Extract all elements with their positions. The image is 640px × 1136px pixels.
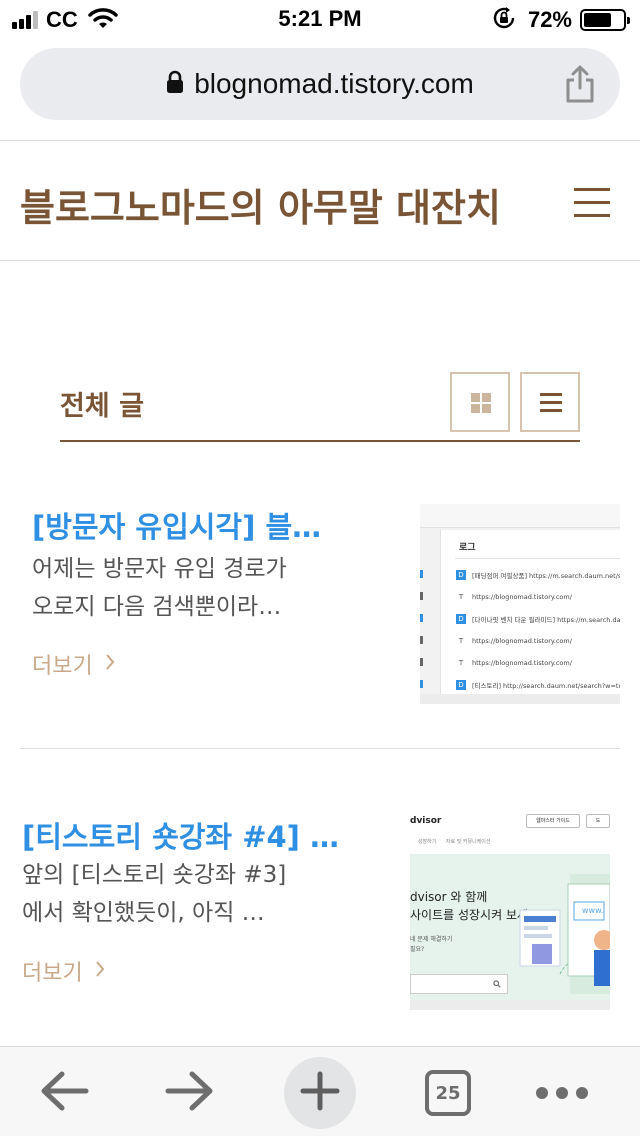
hamburger-icon[interactable]: [574, 188, 610, 218]
thumb-row: Thttps://blognomad.tistory.com/: [456, 634, 620, 648]
thumb-row-text: [패딩점퍼 여필상품] https://m.search.daum.net/s: [472, 572, 620, 580]
post-excerpt: 앞의 [티스토리 숏강좌 #3] 에서 확인했듯이, 아직 …: [22, 856, 382, 932]
thumb-row: Thttps://blognomad.tistory.com/: [456, 590, 620, 604]
thumb-bottom-bar: [410, 1000, 610, 1010]
forward-arrow-icon: [164, 1069, 216, 1117]
back-arrow-icon: [38, 1069, 90, 1117]
thumb-sub: 네 문제 해결하기: [410, 936, 453, 943]
post-title[interactable]: [방문자 유입시각] 블…: [32, 504, 392, 546]
post-thumbnail[interactable]: 로그 D [패딩점퍼 여필상품] https://m.search.daum.ne…: [420, 504, 620, 704]
daum-badge-icon: D: [456, 570, 466, 580]
more-icon: [536, 1087, 588, 1099]
post-excerpt-line: 앞의 [티스토리 숏강좌 #3]: [22, 862, 287, 888]
blog-header: 블로그노마드의 아무말 대잔치: [0, 141, 640, 261]
url-display[interactable]: blognomad.tistory.com: [20, 48, 620, 120]
share-icon: [562, 65, 598, 108]
thumb-row: D [티스토리] http://search.daum.net/search?w=…: [456, 678, 620, 692]
thumb-edge-mark: [420, 636, 423, 644]
thumb-brand: dvisor: [410, 816, 442, 826]
thumb-headline: dvisor 와 함께: [410, 890, 488, 904]
thumb-row-text: https://blognomad.tistory.com/: [472, 637, 572, 645]
list-view-button[interactable]: [520, 372, 580, 432]
thumb-row-text: https://blognomad.tistory.com/: [472, 659, 572, 667]
chevron-right-icon: [105, 652, 115, 677]
forward-button[interactable]: [154, 1057, 226, 1129]
read-more-link[interactable]: 더보기: [32, 648, 115, 680]
post-excerpt: 어제는 방문자 유입 경로가 오로지 다음 검색뿐이라…: [32, 550, 392, 626]
list-view-icon: [540, 393, 562, 417]
thumb-row: Thttps://blognomad.tistory.com/: [456, 656, 620, 670]
thumb-edge-mark: [420, 570, 423, 578]
grid-view-icon: [471, 393, 491, 413]
read-more-label: 더보기: [32, 654, 93, 679]
thumb-edge-mark: [420, 614, 423, 622]
post-divider: [20, 748, 620, 749]
url-bar[interactable]: blognomad.tistory.com: [20, 48, 620, 120]
thumb-nav: 성장하기 자료 및 커뮤니케이션: [410, 839, 491, 845]
post-excerpt-line: 에서 확인했듯이, 아직 …: [22, 900, 265, 926]
daum-badge-icon: D: [456, 680, 466, 690]
new-tab-button[interactable]: [284, 1057, 356, 1129]
thumb-illustration: [519, 874, 610, 994]
thumb-heading-rule: [455, 558, 620, 559]
tabs-icon: 25: [425, 1070, 471, 1116]
status-bar: CC 5:21 PM 72%: [0, 0, 640, 40]
bottom-toolbar: 25: [0, 1046, 640, 1136]
thumb-heading: 로그: [459, 543, 476, 553]
thumb-row-text: [티스토리] http://search.daum.net/search?w=t…: [472, 682, 620, 690]
thumb-row: D [다이나핏 벤치 다운 필라미드] https://m.search.da: [456, 612, 620, 626]
chevron-right-icon: [95, 959, 105, 984]
thumb-search-box: [410, 974, 508, 994]
thumb-topbar: [420, 504, 620, 528]
section-title: 전체 글: [60, 391, 144, 422]
thumb-hero: dvisor 와 함께 사이트를 성장시켜 보세요 네 문제 해결하기 필요?: [410, 854, 610, 1000]
grid-view-button[interactable]: [450, 372, 510, 432]
status-right: 72%: [492, 6, 630, 34]
thumb-sub: 필요?: [410, 946, 425, 953]
plus-icon: [300, 1071, 340, 1115]
thumb-edge-mark: [420, 592, 423, 600]
thumb-top-button: 도: [586, 814, 610, 828]
thumb-top-button: 웹마스터 가이드: [526, 814, 580, 828]
post-title[interactable]: [티스토리 숏강좌 #4] …: [22, 814, 382, 856]
thumb-edge-mark: [420, 658, 423, 666]
tabs-button[interactable]: 25: [412, 1057, 484, 1129]
post-excerpt-line: 어제는 방문자 유입 경로가: [32, 556, 287, 582]
orientation-lock-icon: [492, 6, 516, 34]
search-icon: [493, 980, 501, 988]
thumb-row-text: https://blognomad.tistory.com/: [472, 593, 572, 601]
tistory-badge-icon: T: [458, 637, 464, 645]
read-more-label: 더보기: [22, 961, 83, 986]
battery-fill: [584, 13, 612, 27]
battery-icon: [580, 9, 630, 31]
section-underline: [60, 440, 580, 442]
header-divider: [0, 260, 640, 261]
read-more-link[interactable]: 더보기: [22, 955, 105, 987]
share-button[interactable]: [562, 64, 598, 104]
tistory-badge-icon: T: [458, 659, 464, 667]
daum-badge-icon: D: [456, 614, 466, 624]
more-button[interactable]: [526, 1057, 598, 1129]
post-excerpt-line: 오로지 다음 검색뿐이라…: [32, 594, 282, 620]
back-button[interactable]: [28, 1057, 100, 1129]
lock-icon: [166, 70, 184, 98]
tistory-badge-icon: T: [458, 593, 464, 601]
battery-percent: 72%: [527, 7, 572, 32]
post-thumbnail[interactable]: dvisor 웹마스터 가이드 도 성장하기 자료 및 커뮤니케이션 dviso…: [410, 810, 610, 1010]
thumb-edge-mark: [420, 680, 423, 688]
url-text: blognomad.tistory.com: [194, 68, 474, 99]
thumb-row-text: [다이나핏 벤치 다운 필라미드] https://m.search.da: [472, 616, 620, 624]
blog-title[interactable]: 블로그노마드의 아무말 대잔치: [20, 177, 501, 232]
thumb-row: D [패딩점퍼 여필상품] https://m.search.daum.net/s: [456, 568, 620, 582]
thumb-badge: www.: [582, 906, 604, 915]
thumb-bottom-bar: [420, 694, 620, 704]
